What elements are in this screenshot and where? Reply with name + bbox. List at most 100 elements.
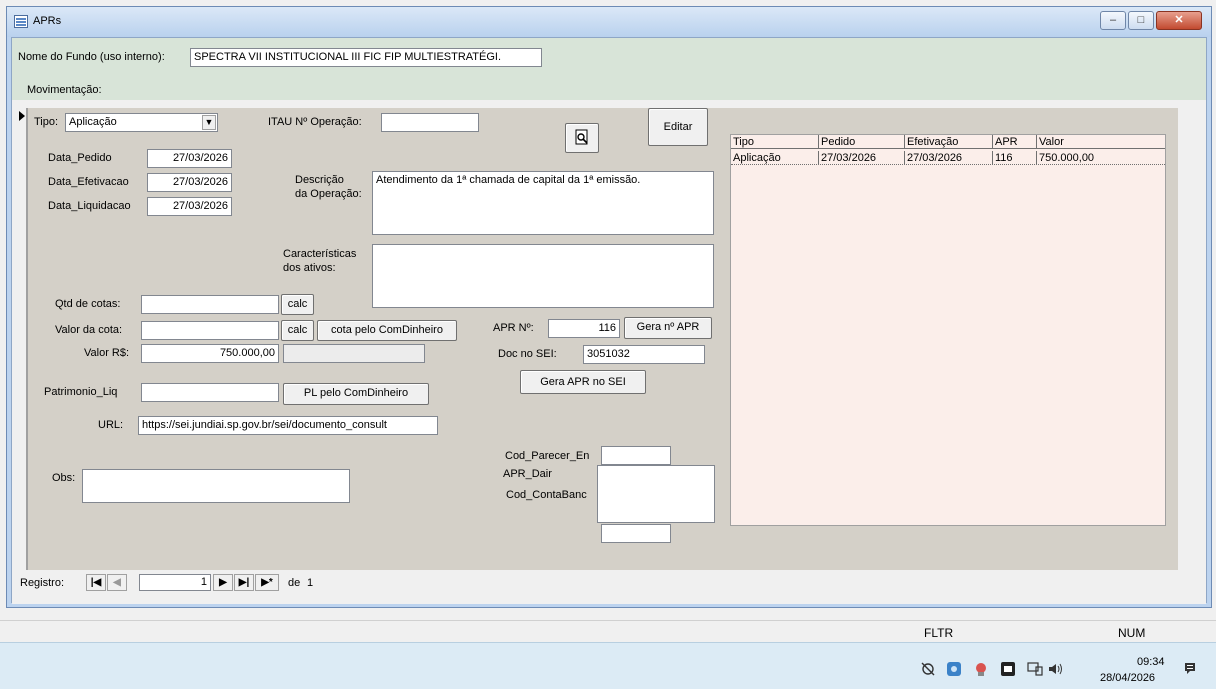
app-tray-icon[interactable] (1000, 662, 1016, 676)
gera-apr-button[interactable]: Gera nº APR (624, 317, 712, 339)
grid-header-row: Tipo Pedido Efetivação APR Valor (731, 135, 1165, 149)
data-pedido-label: Data_Pedido (48, 152, 112, 164)
valor-rs-label: Valor R$: (84, 347, 130, 359)
onedrive-icon[interactable] (946, 662, 962, 676)
data-pedido-field[interactable]: 27/03/2026 (147, 149, 232, 168)
form-icon (14, 15, 28, 28)
notification-icon[interactable] (1182, 661, 1198, 675)
table-row[interactable]: Aplicação 27/03/2026 27/03/2026 116 750.… (731, 151, 1165, 165)
apr-dair-label: APR_Dair (503, 468, 552, 480)
valor-cota-label: Valor da cota: (55, 324, 123, 336)
window-title: APRs (33, 15, 62, 27)
data-liquidacao-field[interactable]: 27/03/2026 (147, 197, 232, 216)
grid-cell-pedido[interactable]: 27/03/2026 (819, 151, 905, 165)
doc-sei-field[interactable]: 3051032 (583, 345, 705, 364)
itau-operacao-field[interactable] (381, 113, 479, 132)
valor-rs-field[interactable]: 750.000,00 (141, 344, 279, 363)
qtd-cotas-label: Qtd de cotas: (55, 298, 121, 310)
itau-operacao-label: ITAU Nº Operação: (268, 116, 362, 128)
first-record-icon[interactable]: |◀ (86, 574, 106, 591)
close-button[interactable]: ✕ (1156, 11, 1202, 30)
record-navigation: Registro: |◀ ◀ 1 ▶ ▶| ▶* de 1 (12, 570, 1206, 596)
url-label: URL: (98, 419, 124, 431)
form-client-area: Nome do Fundo (uso interno): SPECTRA VII… (11, 37, 1207, 604)
last-record-icon[interactable]: ▶| (234, 574, 254, 591)
fund-label: Nome do Fundo (uso interno): (18, 51, 165, 63)
fund-name-field[interactable]: SPECTRA VII INSTITUCIONAL III FIC FIP MU… (190, 48, 542, 67)
descricao-label-1: Descrição (295, 174, 344, 186)
print-preview-button[interactable] (565, 123, 599, 153)
pl-comdinheiro-button[interactable]: PL pelo ComDinheiro (283, 383, 429, 405)
clock-date[interactable]: 28/04/2026 (1100, 672, 1155, 684)
apr-numero-field[interactable]: 116 (548, 319, 620, 338)
calc-cota-button[interactable]: calc (281, 320, 314, 341)
cod-parecer-label: Cod_Parecer_En (505, 450, 590, 462)
qtd-cotas-field[interactable] (141, 295, 279, 314)
new-record-icon[interactable]: ▶* (255, 574, 279, 591)
taskbar: 09:34 28/04/2026 (0, 642, 1216, 689)
cod-parecer-field[interactable] (601, 446, 671, 465)
descricao-field[interactable]: Atendimento da 1ª chamada de capital da … (372, 171, 714, 235)
data-efetivacao-label: Data_Efetivacao (48, 176, 129, 188)
form-header: Nome do Fundo (uso interno): SPECTRA VII… (12, 38, 1206, 100)
grid-cell-apr[interactable]: 116 (993, 151, 1037, 165)
obs-field[interactable] (82, 469, 350, 503)
chevron-down-icon[interactable]: ▼ (202, 115, 216, 130)
security-icon[interactable] (973, 662, 989, 676)
registro-label: Registro: (20, 577, 65, 589)
record-total: 1 (307, 577, 314, 589)
calc-qtd-button[interactable]: calc (281, 294, 314, 315)
grid-header-pedido[interactable]: Pedido (819, 135, 905, 149)
numlock-indicator: NUM (1118, 626, 1146, 640)
grid-cell-efetivacao[interactable]: 27/03/2026 (905, 151, 993, 165)
previous-record-icon[interactable]: ◀ (107, 574, 127, 591)
data-liquidacao-label: Data_Liquidacao (48, 200, 131, 212)
editar-button[interactable]: Editar (648, 108, 708, 146)
tipo-select[interactable]: Aplicação ▼ (65, 113, 218, 132)
valor-extra-field[interactable] (283, 344, 425, 363)
maximize-button[interactable]: □ (1128, 11, 1154, 30)
caracteristicas-label-2: dos ativos: (283, 262, 336, 274)
current-record-field[interactable]: 1 (139, 574, 211, 591)
location-off-icon[interactable] (920, 662, 936, 676)
app-window: APRs – □ ✕ Nome do Fundo (uso interno): … (6, 6, 1212, 608)
current-record-arrow-icon (19, 111, 25, 121)
grid-header-apr[interactable]: APR (993, 135, 1037, 149)
cod-conta-field[interactable] (601, 524, 671, 543)
doc-sei-label: Doc no SEI: (498, 348, 557, 360)
apr-datasheet[interactable]: Tipo Pedido Efetivação APR Valor Aplicaç… (730, 134, 1166, 526)
caracteristicas-label-1: Características (283, 248, 357, 260)
clock-time[interactable]: 09:34 (1137, 656, 1165, 668)
status-bar: FLTR NUM (0, 620, 1216, 642)
minimize-button[interactable]: – (1100, 11, 1126, 30)
caracteristicas-field[interactable] (372, 244, 714, 308)
title-bar: APRs – □ ✕ (7, 7, 1211, 37)
apr-dair-field[interactable] (597, 465, 715, 523)
grid-header-tipo[interactable]: Tipo (731, 135, 819, 149)
gera-apr-sei-button[interactable]: Gera APR no SEI (520, 370, 646, 394)
movimentacao-label: Movimentação: (27, 84, 102, 96)
grid-header-valor[interactable]: Valor (1037, 135, 1165, 149)
grid-cell-tipo[interactable]: Aplicação (731, 151, 819, 165)
network-icon[interactable] (1027, 662, 1043, 676)
patrimonio-liq-label: Patrimonio_Liq (44, 386, 118, 398)
descricao-label-2: da Operação: (295, 188, 362, 200)
grid-header-efetivacao[interactable]: Efetivação (905, 135, 993, 149)
filter-indicator: FLTR (924, 626, 954, 640)
record-selector[interactable] (16, 108, 27, 570)
next-record-icon[interactable]: ▶ (213, 574, 233, 591)
record-of-label: de (288, 577, 301, 589)
volume-icon[interactable] (1048, 662, 1064, 676)
cod-conta-label: Cod_ContaBanc (506, 489, 587, 501)
print-preview-icon (575, 129, 588, 145)
grid-cell-valor[interactable]: 750.000,00 (1037, 151, 1165, 165)
patrimonio-liq-field[interactable] (141, 383, 279, 402)
tipo-label: Tipo: (34, 116, 59, 128)
url-field[interactable]: https://sei.jundiai.sp.gov.br/sei/docume… (138, 416, 438, 435)
subform-area: Tipo: Aplicação ▼ Data_Pedido 27/03/2026… (12, 100, 1206, 604)
cota-comdinheiro-button[interactable]: cota pelo ComDinheiro (317, 320, 457, 341)
obs-label: Obs: (52, 472, 76, 484)
subform-detail: Tipo: Aplicação ▼ Data_Pedido 27/03/2026… (27, 108, 1178, 570)
data-efetivacao-field[interactable]: 27/03/2026 (147, 173, 232, 192)
valor-cota-field[interactable] (141, 321, 279, 340)
